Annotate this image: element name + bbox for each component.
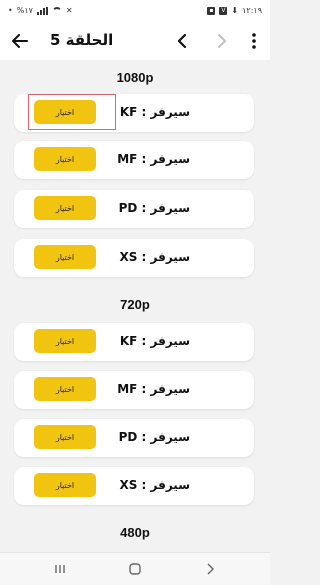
image-notification-icon: ▪ <box>207 6 216 15</box>
server-label: سيرفر : XS <box>119 250 190 264</box>
select-button[interactable]: اختيار <box>34 100 96 124</box>
mute-icon: ✕ <box>65 6 73 15</box>
server-label: سيرفر : PD <box>118 430 190 444</box>
server-card: اختيار سيرفر : XS <box>14 239 254 277</box>
app-bar: الحلقة 5 <box>0 22 270 60</box>
select-button[interactable]: اختيار <box>34 329 96 353</box>
server-label: سيرفر : MF <box>117 382 190 396</box>
server-label: سيرفر : PD <box>118 201 190 215</box>
select-button[interactable]: اختيار <box>34 377 96 401</box>
section-title-1080p: 1080p <box>116 70 154 85</box>
episode-title: الحلقة 5 <box>50 31 114 49</box>
three-dots-icon: • <box>8 6 13 15</box>
server-card: اختيار سيرفر : KF <box>14 323 254 361</box>
chevron-right-icon[interactable] <box>208 27 236 55</box>
server-card: اختيار سيرفر : KF <box>14 94 254 132</box>
select-button[interactable]: اختيار <box>34 196 96 220</box>
server-label: سيرفر : KF <box>119 334 190 348</box>
select-button[interactable]: اختيار <box>34 147 96 171</box>
section-title-720p: 720p <box>120 297 150 312</box>
signal-icon <box>36 6 48 15</box>
wifi-icon <box>51 6 62 15</box>
home-icon[interactable] <box>125 560 145 578</box>
server-card: اختيار سيرفر : PD <box>14 419 254 457</box>
recent-apps-icon[interactable] <box>50 560 70 578</box>
select-button[interactable]: اختيار <box>34 473 96 497</box>
chevron-left-icon[interactable] <box>168 27 196 55</box>
status-left: • %١٧ ✕ <box>8 6 73 15</box>
section-title-480p: 480p <box>120 525 150 540</box>
status-right: ▪ V ⬇ ١٢:١٩ <box>207 6 262 15</box>
system-nav-bar <box>0 552 270 585</box>
server-label: سيرفر : XS <box>119 478 190 492</box>
status-bar: • %١٧ ✕ ▪ V ⬇ ١٢:١٩ <box>0 0 270 22</box>
more-options-icon[interactable] <box>240 27 268 55</box>
download-icon: ⬇ <box>231 6 239 15</box>
server-card: اختيار سيرفر : XS <box>14 467 254 505</box>
select-button[interactable]: اختيار <box>34 245 96 269</box>
server-card: اختيار سيرفر : PD <box>14 190 254 228</box>
server-card: اختيار سيرفر : MF <box>14 371 254 409</box>
select-button[interactable]: اختيار <box>34 425 96 449</box>
server-card: اختيار سيرفر : MF <box>14 141 254 179</box>
server-label: سيرفر : KF <box>119 105 190 119</box>
back-arrow-icon[interactable] <box>6 27 34 55</box>
back-nav-icon[interactable] <box>200 560 220 578</box>
battery-level: %١٧ <box>16 6 33 15</box>
v-app-icon: V <box>219 6 228 15</box>
server-label: سيرفر : MF <box>117 152 190 166</box>
server-list[interactable]: 1080p اختيار سيرفر : KF اختيار سيرفر : M… <box>0 60 270 552</box>
status-time: ١٢:١٩ <box>242 6 262 15</box>
